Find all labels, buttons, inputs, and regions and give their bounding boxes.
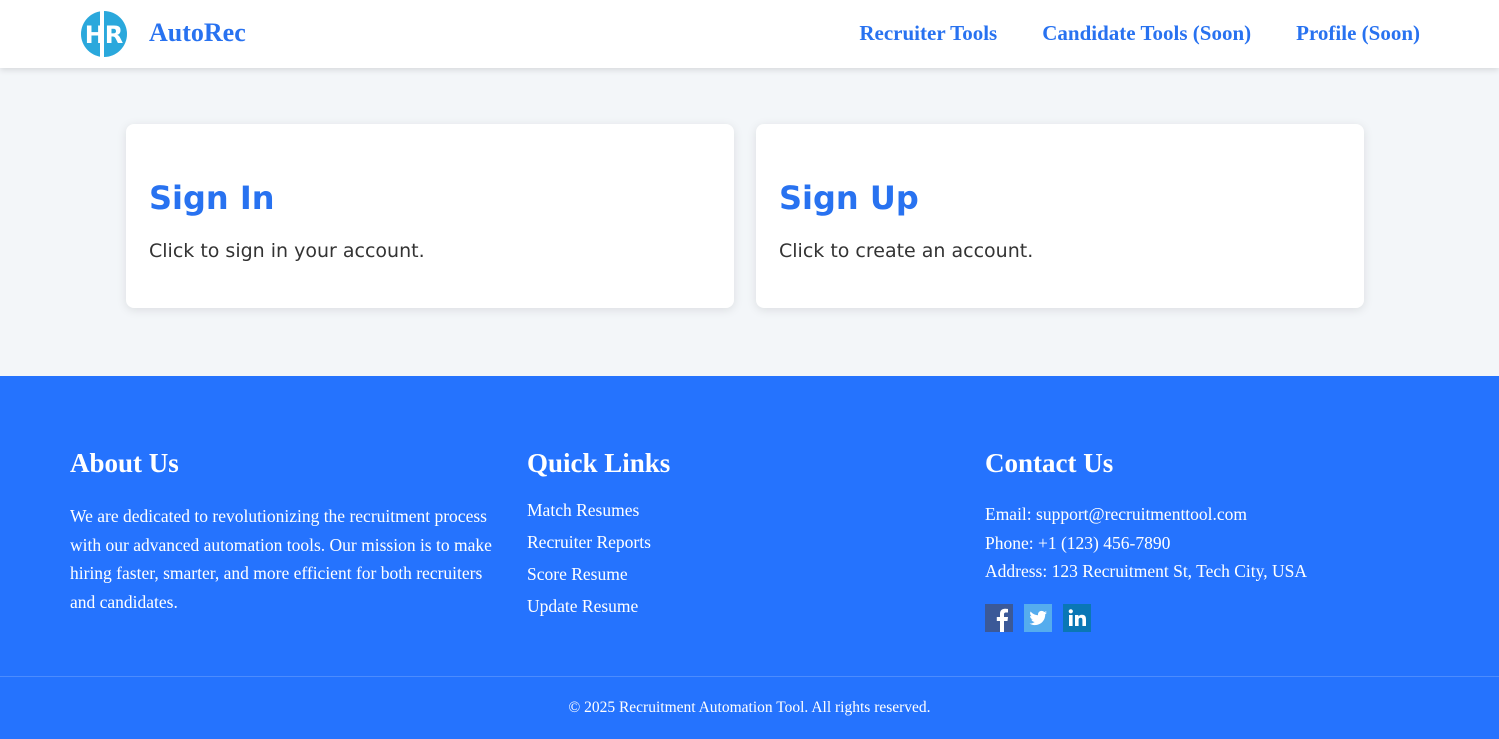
about-text: We are dedicated to revolutionizing the … <box>70 506 492 613</box>
social-links <box>985 604 1425 633</box>
contact-address: Address: 123 Recruitment St, Tech City, … <box>985 561 1308 582</box>
hr-logo-icon[interactable]: HR <box>80 6 128 62</box>
facebook-icon[interactable] <box>985 604 1013 633</box>
sign-up-card[interactable]: Sign Up Click to create an account. <box>756 124 1364 308</box>
sign-in-card[interactable]: Sign In Click to sign in your account. <box>126 124 734 308</box>
link-recruiter-reports[interactable]: Recruiter Reports <box>527 532 651 552</box>
list-item: Recruiter Reports <box>527 529 947 561</box>
link-update-resume[interactable]: Update Resume <box>527 596 638 616</box>
sign-up-title: Sign Up <box>779 179 919 217</box>
logo-text: HR <box>85 21 124 49</box>
link-match-resumes[interactable]: Match Resumes <box>527 500 639 520</box>
main-nav: Recruiter Tools Candidate Tools (Soon) P… <box>859 17 1420 49</box>
footer-divider <box>0 676 1499 677</box>
footer-about: About Us We are dedicated to revolutioni… <box>70 446 510 617</box>
twitter-icon[interactable] <box>1024 604 1052 633</box>
quick-links-title: Quick Links <box>527 448 671 478</box>
header: HR AutoRec Recruiter Tools Candidate Too… <box>0 0 1499 68</box>
footer: About Us We are dedicated to revolutioni… <box>0 376 1499 739</box>
contact-email: Email: support@recruitmenttool.com <box>985 504 1248 524</box>
list-item: Match Resumes <box>527 497 947 529</box>
sign-in-description: Click to sign in your account. <box>149 240 425 262</box>
copyright-text: © 2025 Recruitment Automation Tool. All … <box>568 699 931 716</box>
contact-title: Contact Us <box>985 448 1114 478</box>
list-item: Update Resume <box>527 593 947 625</box>
footer-contact: Contact Us Email: support@recruitmenttoo… <box>985 446 1425 633</box>
about-title: About Us <box>70 448 179 478</box>
sign-up-description: Click to create an account. <box>779 240 1034 262</box>
linkedin-icon[interactable] <box>1063 604 1091 633</box>
quick-links-list: Match Resumes Recruiter Reports Score Re… <box>527 497 947 625</box>
nav-profile[interactable]: Profile (Soon) <box>1296 17 1420 49</box>
footer-quick-links: Quick Links Match Resumes Recruiter Repo… <box>527 446 947 625</box>
nav-candidate-tools[interactable]: Candidate Tools (Soon) <box>1042 17 1251 49</box>
brand-link[interactable]: AutoRec <box>149 17 246 49</box>
contact-phone: Phone: +1 (123) 456-7890 <box>985 532 1171 553</box>
list-item: Score Resume <box>527 561 947 593</box>
sign-in-title: Sign In <box>149 179 275 217</box>
nav-recruiter-tools[interactable]: Recruiter Tools <box>859 17 997 49</box>
link-score-resume[interactable]: Score Resume <box>527 564 628 584</box>
